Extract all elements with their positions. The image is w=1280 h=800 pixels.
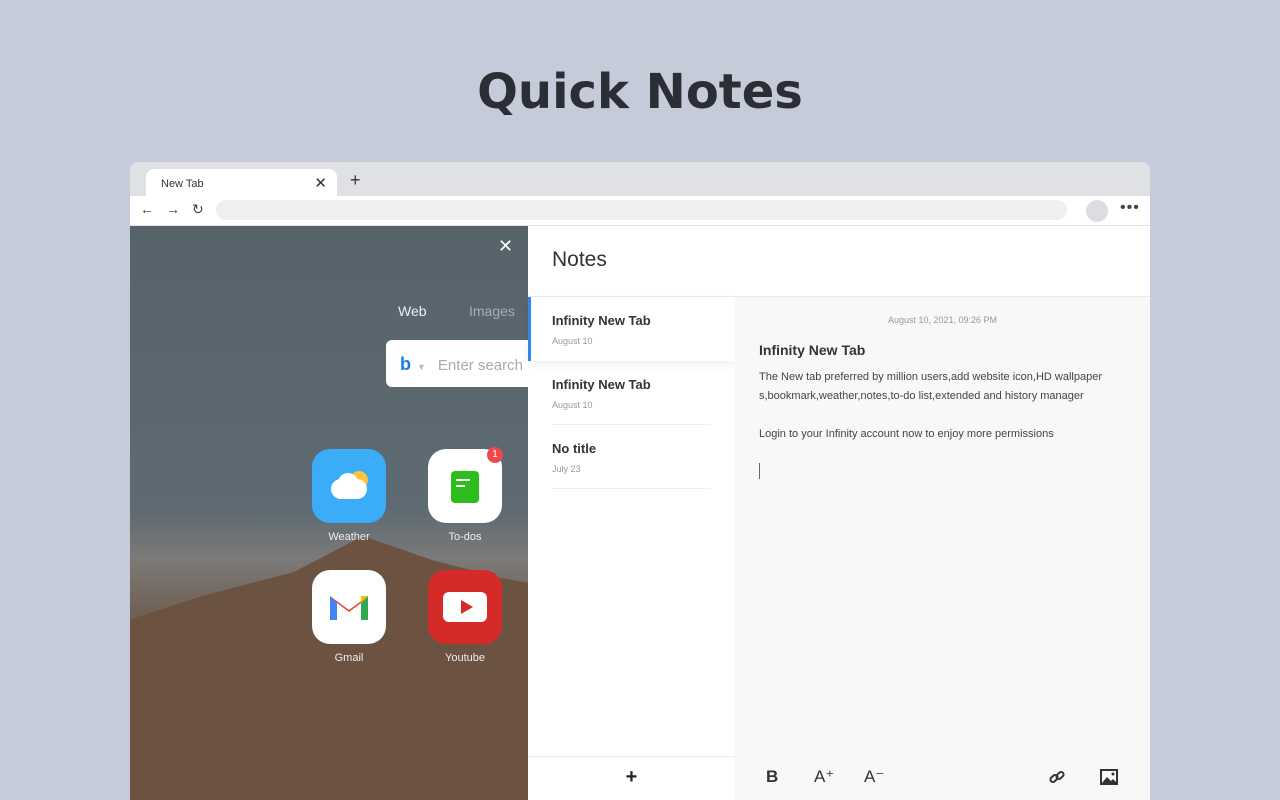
forward-icon[interactable]: →	[166, 201, 180, 217]
editor-body[interactable]: The New tab preferred by million users,a…	[759, 368, 1130, 444]
browser-toolbar: ← → ↻ •••	[130, 196, 1150, 226]
search-tab-images[interactable]: Images	[469, 303, 515, 319]
back-icon[interactable]: ←	[140, 201, 154, 217]
browser-window: New Tab ✕ + ← → ↻ ••• ✕ Web Images b ▼ Ente…	[130, 162, 1150, 800]
tab-title: New Tab	[161, 178, 204, 190]
reload-icon[interactable]: ↻	[192, 201, 204, 218]
gmail-icon	[312, 570, 386, 644]
note-item[interactable]: No title July 23	[552, 425, 711, 489]
text-cursor	[759, 463, 760, 479]
note-date: August 10	[552, 336, 593, 346]
app-youtube[interactable]: Youtube	[428, 570, 502, 664]
youtube-icon	[428, 570, 502, 644]
address-bar[interactable]	[216, 200, 1067, 220]
add-note-button[interactable]: +	[528, 756, 735, 800]
editor-title[interactable]: Infinity New Tab	[759, 342, 1150, 358]
wallpaper-area: ✕ Web Images b ▼ Enter search Weather 1 To…	[130, 226, 528, 800]
image-icon[interactable]	[1100, 769, 1118, 790]
app-todos[interactable]: 1 To-dos	[428, 447, 503, 543]
decrease-font-button[interactable]: A⁻	[864, 767, 884, 787]
page-heading: Quick Notes	[477, 64, 803, 120]
app-gmail[interactable]: Gmail	[312, 570, 386, 664]
app-weather[interactable]: Weather	[312, 449, 386, 543]
notes-list: Infinity New Tab August 10 Infinity New T…	[528, 297, 735, 800]
note-title: No title	[552, 441, 597, 456]
notification-badge: 1	[487, 447, 503, 463]
note-date: July 23	[552, 464, 581, 474]
notes-panel: Notes Infinity New Tab August 10 Infinity…	[528, 226, 1150, 800]
close-tab-icon[interactable]: ✕	[314, 174, 327, 192]
new-tab-button[interactable]: +	[350, 170, 361, 191]
app-label: Youtube	[445, 652, 485, 664]
note-date: August 10	[552, 400, 593, 410]
bold-button[interactable]: B	[766, 767, 778, 787]
browser-tab[interactable]: New Tab ✕	[146, 169, 337, 196]
increase-font-button[interactable]: A⁺	[814, 767, 834, 787]
tab-strip: New Tab ✕ +	[130, 162, 1150, 196]
note-timestamp: August 10, 2021, 09:26 PM	[887, 315, 998, 325]
editor-toolbar: B A⁺ A⁻	[735, 756, 1150, 800]
more-menu-icon[interactable]: •••	[1120, 199, 1140, 217]
note-editor[interactable]: August 10, 2021, 09:26 PM Infinity New T…	[735, 297, 1150, 800]
note-title: Infinity New Tab	[552, 377, 651, 392]
search-tab-web[interactable]: Web	[398, 303, 427, 319]
chevron-down-icon[interactable]: ▼	[417, 362, 426, 372]
bing-icon[interactable]: b	[400, 354, 411, 374]
note-item[interactable]: Infinity New Tab August 10	[552, 361, 711, 425]
app-label: Weather	[328, 531, 370, 543]
profile-avatar[interactable]	[1086, 200, 1108, 222]
app-label: To-dos	[448, 531, 482, 543]
close-icon[interactable]: ✕	[498, 236, 513, 257]
search-placeholder: Enter search	[437, 357, 523, 374]
weather-icon	[312, 449, 386, 523]
notes-title: Notes	[528, 226, 1150, 297]
note-item[interactable]: Infinity New Tab August 10	[528, 297, 735, 361]
search-input[interactable]: b ▼ Enter search	[386, 340, 528, 387]
todo-icon: 1	[428, 447, 503, 523]
link-icon[interactable]	[1048, 768, 1066, 791]
note-title: Infinity New Tab	[552, 313, 651, 328]
app-label: Gmail	[334, 652, 364, 664]
